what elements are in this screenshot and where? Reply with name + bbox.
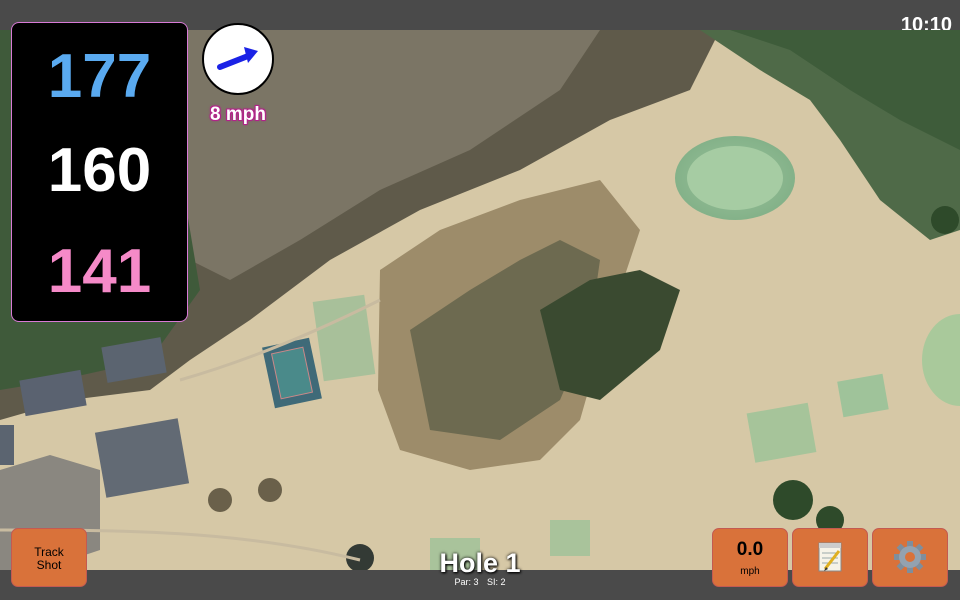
wind-speed-label: 8 mph bbox=[210, 104, 266, 125]
hole-par: Par: 3 bbox=[454, 577, 479, 587]
hole-stroke-index: SI: 2 bbox=[487, 577, 506, 587]
hole-title: Hole 1 bbox=[439, 548, 521, 578]
settings-button[interactable] bbox=[872, 528, 948, 587]
wind-readout-button[interactable]: 0.0 mph bbox=[712, 528, 788, 587]
hole-meta: Par: 3 SI: 2 bbox=[380, 577, 580, 587]
yardage-panel: 177 160 141 bbox=[11, 22, 188, 322]
notes-button[interactable] bbox=[792, 528, 868, 587]
gear-icon bbox=[894, 541, 926, 573]
track-shot-label-line2: Shot bbox=[36, 558, 62, 573]
wind-readout-value: 0.0 bbox=[736, 539, 764, 560]
middle-distance: 160 bbox=[47, 136, 152, 205]
back-distance: 177 bbox=[47, 42, 152, 111]
wind-readout-unit: mph bbox=[740, 566, 760, 577]
wind-direction-dial bbox=[202, 23, 274, 95]
front-distance: 141 bbox=[47, 237, 152, 306]
arrow-right-icon bbox=[217, 47, 258, 70]
notepad-icon bbox=[818, 542, 842, 572]
track-shot-button[interactable]: Track Shot bbox=[11, 528, 87, 587]
